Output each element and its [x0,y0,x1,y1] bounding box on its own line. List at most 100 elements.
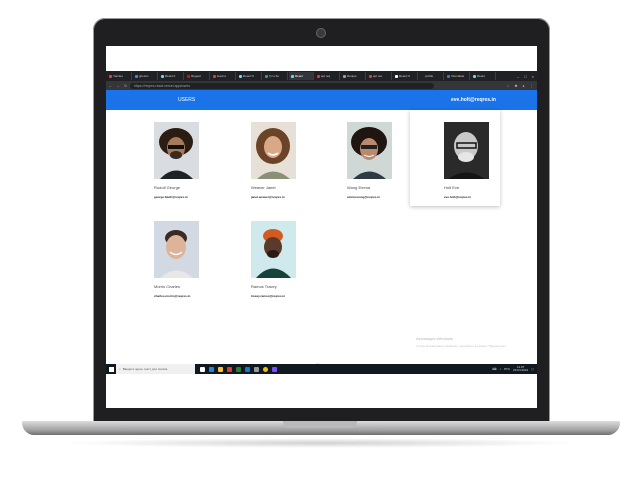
tab-favicon-icon [447,74,450,78]
window-controls: – □ × [517,74,537,79]
tab-favicon-icon [395,74,398,78]
browser-tab[interactable]: api.req [315,72,340,80]
tab-label: gls.doc [139,74,149,78]
browser-tab[interactable]: Яндекс [185,72,210,80]
vscode-icon[interactable] [245,366,250,372]
url-input[interactable]: https://reqres-react.vercel.app/users [129,82,434,89]
tab-label: Vkontakte [451,74,465,78]
tab-label: Reqres [347,74,357,78]
tab-label: React b [165,74,176,78]
user-avatar [251,221,296,278]
user-email: eve.holt@reqres.in [444,195,471,199]
browser-tab[interactable]: profile [419,72,444,80]
user-card[interactable]: Morris Charles charles.morris@reqres.in [120,209,210,305]
edge-icon[interactable] [209,366,214,372]
tab-favicon-icon [473,74,476,78]
extensions-icon[interactable]: ✱ [514,84,517,88]
close-window-button[interactable]: × [532,74,534,79]
star-icon[interactable]: ☆ [506,84,509,88]
tab-favicon-icon [265,74,268,78]
tab-favicon-icon [135,74,138,78]
tab-label: profile [425,74,434,78]
browser-tab[interactable]: Reqres [341,72,366,80]
windows-activation-title: Активация Windows [416,336,453,341]
volume-icon[interactable]: ♪ [500,367,502,371]
tab-favicon-icon [291,74,294,78]
user-name: Ramos Tracey [251,284,277,289]
language-indicator[interactable]: РУС [504,367,510,371]
tab-favicon-icon [369,74,372,78]
laptop-screen: Yandex gls.doc React b Яндекс lead.re Re… [106,46,537,408]
task-view-icon[interactable] [200,366,205,372]
file-explorer-icon[interactable] [218,366,223,372]
windows-logo-icon [108,366,114,372]
menu-dots-icon[interactable]: ⋮ [530,84,534,88]
webcam [316,28,326,38]
browser-tab[interactable]: lead.re [211,72,236,80]
user-card[interactable]: Wong Emma emma.wong@reqres.in [313,110,403,206]
tab-favicon-icon [421,74,424,78]
tab-favicon-icon [239,74,242,78]
tab-label: React N [399,74,410,78]
forward-arrow-icon[interactable]: → [117,84,121,88]
maximize-button[interactable]: □ [524,74,526,79]
reload-icon[interactable]: ↻ [124,84,127,88]
user-name: Morris Charles [154,284,181,289]
browser-tab[interactable]: Yandex [107,72,132,80]
notification-icon[interactable]: ▢ [531,367,534,371]
browser-address-bar: ← → ↻ https://reqres-react.vercel.app/us… [106,81,537,90]
tab-label: React [295,74,303,78]
back-arrow-icon[interactable]: ← [109,84,113,88]
start-button[interactable] [106,364,116,374]
tab-label: React N [243,74,254,78]
user-card[interactable]: Weaver Janet janet.weaver@reqres.in [217,110,307,206]
tab-label: Гугл Зе [269,74,280,78]
user-email: george.bluth@reqres.in [154,195,188,199]
settings-icon[interactable] [254,366,259,372]
browser-tab[interactable]: React b [159,72,184,80]
taskbar-search-input[interactable]: ⌕ Введите здесь текст для поиска [116,364,195,374]
browser-tab-active[interactable]: React [289,72,314,80]
keyboard-icon[interactable]: ⌨ [492,367,496,371]
app-icon[interactable] [272,366,277,372]
browser-tab[interactable]: React N [237,72,262,80]
tab-favicon-icon [161,74,164,78]
user-name: Wong Emma [347,185,371,190]
clock-date: 23.04.2021 [513,368,529,372]
tab-favicon-icon [317,74,320,78]
app-brand[interactable]: USERS [178,97,195,103]
laptop-shadow [60,438,580,448]
users-grid: Rudolf George george.bluth@reqres.in Wea… [106,110,537,370]
user-name: Weaver Janet [251,185,276,190]
user-email: tracey.ramos@reqres.in [251,294,286,298]
user-card[interactable]: Rudolf George george.bluth@reqres.in [120,110,210,206]
tab-favicon-icon [187,74,190,78]
search-icon: ⌕ [119,367,121,371]
profile-icon[interactable]: ● [522,84,524,88]
tab-favicon-icon [213,74,216,78]
yandex-icon[interactable] [227,366,232,372]
tab-label: React [477,74,485,78]
taskbar-clock[interactable]: 11:07 23.04.2021 [513,365,529,373]
user-email: charles.morris@reqres.in [154,294,191,298]
browser-tab[interactable]: gls.doc [133,72,158,80]
tab-favicon-icon [109,74,112,78]
user-card-hovered[interactable]: Holt Eve eve.holt@reqres.in [410,110,500,206]
current-user-email[interactable]: eve.holt@reqres.in [451,97,496,103]
minimize-button[interactable]: – [517,74,519,79]
user-name: Holt Eve [444,185,460,190]
browser-tab[interactable]: React [471,72,496,80]
user-name: Rudolf George [154,185,181,190]
browser-tab[interactable]: api.res [367,72,392,80]
browser-tab[interactable]: Vkontakte [445,72,470,80]
browser-tab[interactable]: Гугл Зе [263,72,288,80]
user-email: janet.weaver@reqres.in [251,195,285,199]
browser-tab-bar: Yandex gls.doc React b Яндекс lead.re Re… [106,71,537,81]
user-card[interactable]: Ramos Tracey tracey.ramos@reqres.in [217,209,307,305]
terminal-icon[interactable] [236,366,241,372]
chrome-icon[interactable] [263,366,268,372]
browser-tab[interactable]: React N [393,72,418,80]
app-header: USERS eve.holt@reqres.in [106,90,537,110]
tab-favicon-icon [343,74,346,78]
tab-label: api.req [321,74,331,78]
